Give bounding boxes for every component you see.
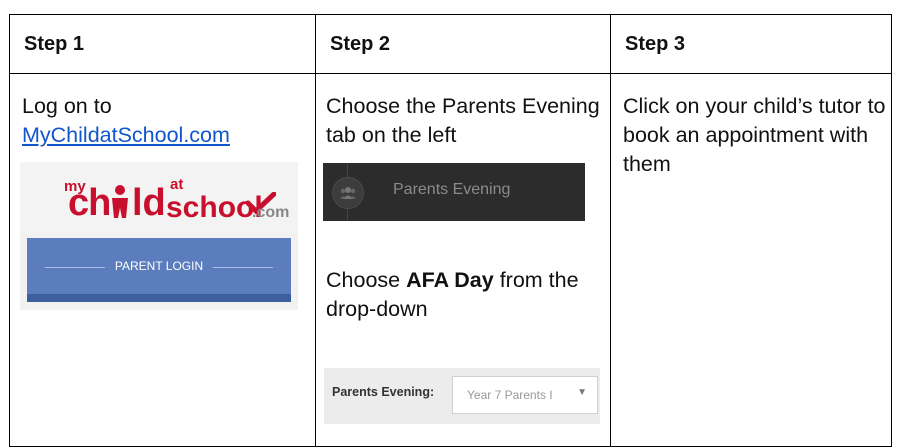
parents-evening-tab[interactable]: Parents Evening xyxy=(323,163,585,221)
afa-day-bold: AFA Day xyxy=(406,268,494,292)
tab-connector-bottom xyxy=(347,209,348,221)
step1-instruction: Log on to MyChildatSchool.com xyxy=(22,92,230,150)
step1-text: Log on to xyxy=(22,94,112,118)
parent-login-label: PARENT LOGIN xyxy=(114,259,204,273)
step2-instruction2: Choose AFA Day from the drop-down xyxy=(326,266,606,324)
parents-evening-select[interactable]: Year 7 Parents I ▼ xyxy=(452,376,598,414)
step3-cell: Click on your child’s tutor to book an a… xyxy=(610,73,892,447)
group-users-icon xyxy=(340,187,356,199)
step1-header: Step 1 xyxy=(24,33,85,55)
step3-header-cell: Step 3 xyxy=(610,14,892,74)
tab-icon-circle xyxy=(332,177,364,209)
parents-evening-tab-label: Parents Evening xyxy=(393,181,511,198)
mychildatschool-screenshot: my ch ld at school .com PARENT LOGIN xyxy=(20,162,298,310)
logo-ch: ch xyxy=(68,182,111,224)
select-value: Year 7 Parents I xyxy=(467,388,553,402)
step2-header: Step 2 xyxy=(330,33,391,55)
header-row: Step 1 Step 2 Step 3 xyxy=(9,14,892,74)
body-row: Log on to MyChildatSchool.com my ch ld a… xyxy=(9,73,892,447)
step3-header: Step 3 xyxy=(625,33,686,55)
parent-login-button[interactable]: PARENT LOGIN xyxy=(27,238,291,302)
step3-instruction: Click on your child’s tutor to book an a… xyxy=(623,94,886,176)
step1-cell: Log on to MyChildatSchool.com my ch ld a… xyxy=(9,73,316,447)
steps-table: Step 1 Step 2 Step 3 Log on to MyChildat… xyxy=(9,14,892,447)
logo-area: my ch ld at school .com xyxy=(20,162,298,234)
step1-header-cell: Step 1 xyxy=(9,14,316,74)
logo-com: .com xyxy=(252,204,290,221)
instruction2-prefix: Choose xyxy=(326,268,407,292)
step2-instruction1: Choose the Parents Evening tab on the le… xyxy=(326,94,600,147)
child-figure-icon xyxy=(112,185,128,218)
caret-down-icon: ▼ xyxy=(577,387,587,398)
step2-header-cell: Step 2 xyxy=(315,14,611,74)
step2-cell: Choose the Parents Evening tab on the le… xyxy=(315,73,611,447)
logo-ld: ld xyxy=(132,182,166,224)
mychildatschool-link[interactable]: MyChildatSchool.com xyxy=(22,123,230,147)
tab-connector-top xyxy=(347,163,348,177)
dropdown-label: Parents Evening: xyxy=(332,385,435,399)
button-bottom-bar xyxy=(27,294,291,302)
parents-evening-dropdown-row: Parents Evening: Year 7 Parents I ▼ xyxy=(324,368,600,424)
